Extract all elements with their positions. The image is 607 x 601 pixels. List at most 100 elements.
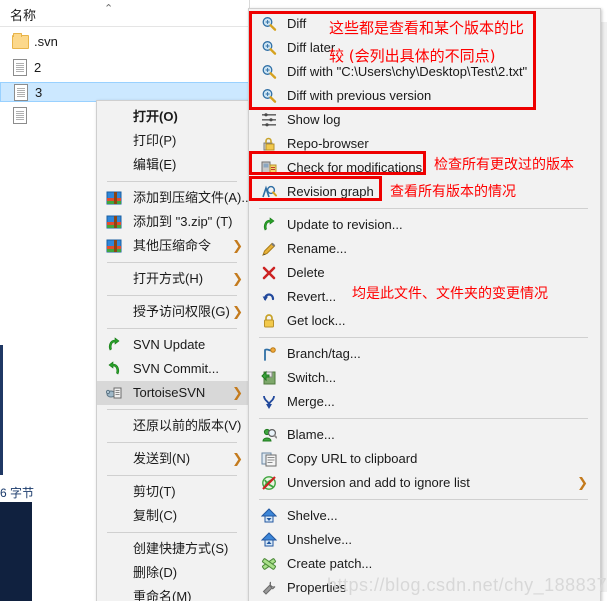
- menu-item-label: 创建快捷方式(S): [133, 541, 229, 556]
- menu-item[interactable]: Rename...: [249, 237, 600, 261]
- menu-item[interactable]: Blame...: [249, 423, 600, 447]
- menu-item-label: 添加到 "3.zip" (T): [133, 214, 233, 229]
- chevron-right-icon: ❯: [577, 475, 588, 490]
- menu-item-label: Copy URL to clipboard: [287, 451, 418, 466]
- menu-separator: [107, 181, 237, 182]
- menu-item-label: Unversion and add to ignore list: [287, 475, 470, 490]
- menu-item[interactable]: 打印(P): [97, 129, 249, 153]
- context-menu[interactable]: 打开(O) 打印(P) 编辑(E) 添加到压缩文件(A)... 添加到 "3.zip" …: [96, 100, 253, 601]
- rename-pencil-icon: [261, 241, 277, 257]
- sort-ascending-icon[interactable]: ⌃: [104, 2, 113, 15]
- menu-item[interactable]: 打开方式(H) ❯: [97, 267, 249, 291]
- column-header-name[interactable]: 名称: [10, 5, 36, 24]
- menu-item-label: SVN Update: [133, 337, 206, 352]
- menu-item[interactable]: 创建快捷方式(S): [97, 537, 249, 561]
- menu-item[interactable]: SVN Commit...: [97, 357, 249, 381]
- menu-item[interactable]: SVN Update: [97, 333, 249, 357]
- menu-item-label: Create patch...: [287, 556, 373, 571]
- menu-item-label: Update to revision...: [287, 217, 403, 232]
- menu-item[interactable]: TortoiseSVN ❯: [97, 381, 249, 405]
- menu-item-label: 打开方式(H): [133, 271, 204, 286]
- chevron-right-icon: ❯: [232, 385, 243, 400]
- menu-item[interactable]: 打开(O): [97, 105, 249, 129]
- menu-item[interactable]: 添加到压缩文件(A)...: [97, 186, 253, 210]
- menu-item[interactable]: Create patch...: [249, 552, 600, 576]
- menu-item-label: 重命名(M): [133, 589, 192, 601]
- menu-item[interactable]: 剪切(T): [97, 480, 249, 504]
- tortoisesvn-icon: [105, 385, 122, 401]
- menu-item-label: Merge...: [287, 394, 335, 409]
- menu-item[interactable]: Unshelve...: [249, 528, 600, 552]
- diff-magnifier-icon: [261, 88, 277, 104]
- blame-icon: [261, 427, 278, 443]
- menu-item-label: 还原以前的版本(V): [133, 418, 242, 433]
- menu-item[interactable]: Switch...: [249, 366, 600, 390]
- winrar-icon: [106, 238, 122, 254]
- menu-separator: [259, 208, 588, 209]
- menu-separator: [107, 409, 237, 410]
- folder-icon: [12, 33, 29, 49]
- menu-item[interactable]: Show log: [249, 108, 600, 132]
- menu-item[interactable]: Copy URL to clipboard: [249, 447, 600, 471]
- menu-item[interactable]: 添加到 "3.zip" (T): [97, 210, 249, 234]
- check-modifications-icon: [261, 160, 277, 176]
- menu-item-label: Blame...: [287, 427, 335, 442]
- svn-update-icon: [106, 337, 122, 353]
- menu-item[interactable]: Shelve...: [249, 504, 600, 528]
- menu-item[interactable]: Diff with previous version: [249, 84, 600, 108]
- menu-item[interactable]: Repo-browser: [249, 132, 600, 156]
- tortoisesvn-submenu[interactable]: Diff Diff later Diff with "C:\Users\chy\De…: [248, 8, 601, 601]
- list-item-label: .svn: [34, 34, 58, 49]
- menu-item[interactable]: 编辑(E): [97, 153, 249, 177]
- chevron-right-icon: ❯: [232, 451, 243, 466]
- menu-item-label: Diff with previous version: [287, 88, 432, 103]
- properties-icon: [261, 580, 277, 596]
- document-icon: [13, 59, 27, 76]
- revision-graph-icon: [261, 184, 277, 200]
- diff-magnifier-icon: [261, 64, 277, 80]
- menu-item-label: 删除(D): [133, 565, 178, 580]
- menu-item-label: Delete: [287, 265, 325, 280]
- menu-item[interactable]: 其他压缩命令 ❯: [97, 234, 249, 258]
- watermark: https://blog.csdn.net/chy_18883701161: [327, 575, 607, 595]
- merge-icon: [261, 394, 277, 410]
- show-log-icon: [261, 112, 277, 128]
- repo-browser-icon: [261, 136, 277, 152]
- revert-arrow-icon: [261, 289, 277, 305]
- menu-item-label: 添加到压缩文件(A)...: [133, 190, 253, 205]
- menu-item-label: 发送到(N): [133, 451, 191, 466]
- menu-item-label: 打印(P): [133, 133, 177, 148]
- menu-separator: [259, 337, 588, 338]
- menu-item[interactable]: 授予访问权限(G) ❯: [97, 300, 249, 324]
- menu-item-label: 授予访问权限(G): [133, 304, 230, 319]
- menu-item[interactable]: 删除(D): [97, 561, 249, 585]
- list-item[interactable]: .svn: [0, 32, 250, 52]
- menu-item[interactable]: Merge...: [249, 390, 600, 414]
- menu-item-label: 编辑(E): [133, 157, 177, 172]
- menu-item[interactable]: Unversion and add to ignore list ❯: [249, 471, 600, 495]
- svn-commit-icon: [106, 361, 122, 377]
- shelve-icon: [260, 508, 278, 524]
- delete-x-icon: [261, 265, 277, 281]
- menu-item[interactable]: Branch/tag...: [249, 342, 600, 366]
- annotation-text-diff-line1: 这些都是查看和某个版本的比: [329, 19, 525, 37]
- menu-separator: [107, 475, 237, 476]
- menu-separator: [259, 418, 588, 419]
- menu-item-label: Diff later: [287, 40, 336, 55]
- menu-item[interactable]: Update to revision...: [249, 213, 600, 237]
- menu-item[interactable]: 复制(C): [97, 504, 249, 528]
- screenshot-root: 名称 ⌃ .svn 2 3 6 字节 打开(O) 打印(P) 编辑(E) 添加到压缩文…: [0, 0, 607, 601]
- list-item-selected[interactable]: 3: [0, 82, 249, 102]
- list-item[interactable]: 2: [0, 58, 250, 78]
- chevron-right-icon: ❯: [232, 304, 243, 319]
- menu-separator: [107, 442, 237, 443]
- menu-item-label: TortoiseSVN: [133, 385, 206, 400]
- menu-item[interactable]: Get lock...: [249, 309, 600, 333]
- menu-item[interactable]: 重命名(M): [97, 585, 249, 601]
- menu-item[interactable]: Delete: [249, 261, 600, 285]
- menu-item-label: SVN Commit...: [133, 361, 219, 376]
- branch-tag-icon: [261, 346, 277, 362]
- winrar-icon: [106, 214, 122, 230]
- menu-item[interactable]: 还原以前的版本(V): [97, 414, 249, 438]
- menu-item[interactable]: 发送到(N) ❯: [97, 447, 249, 471]
